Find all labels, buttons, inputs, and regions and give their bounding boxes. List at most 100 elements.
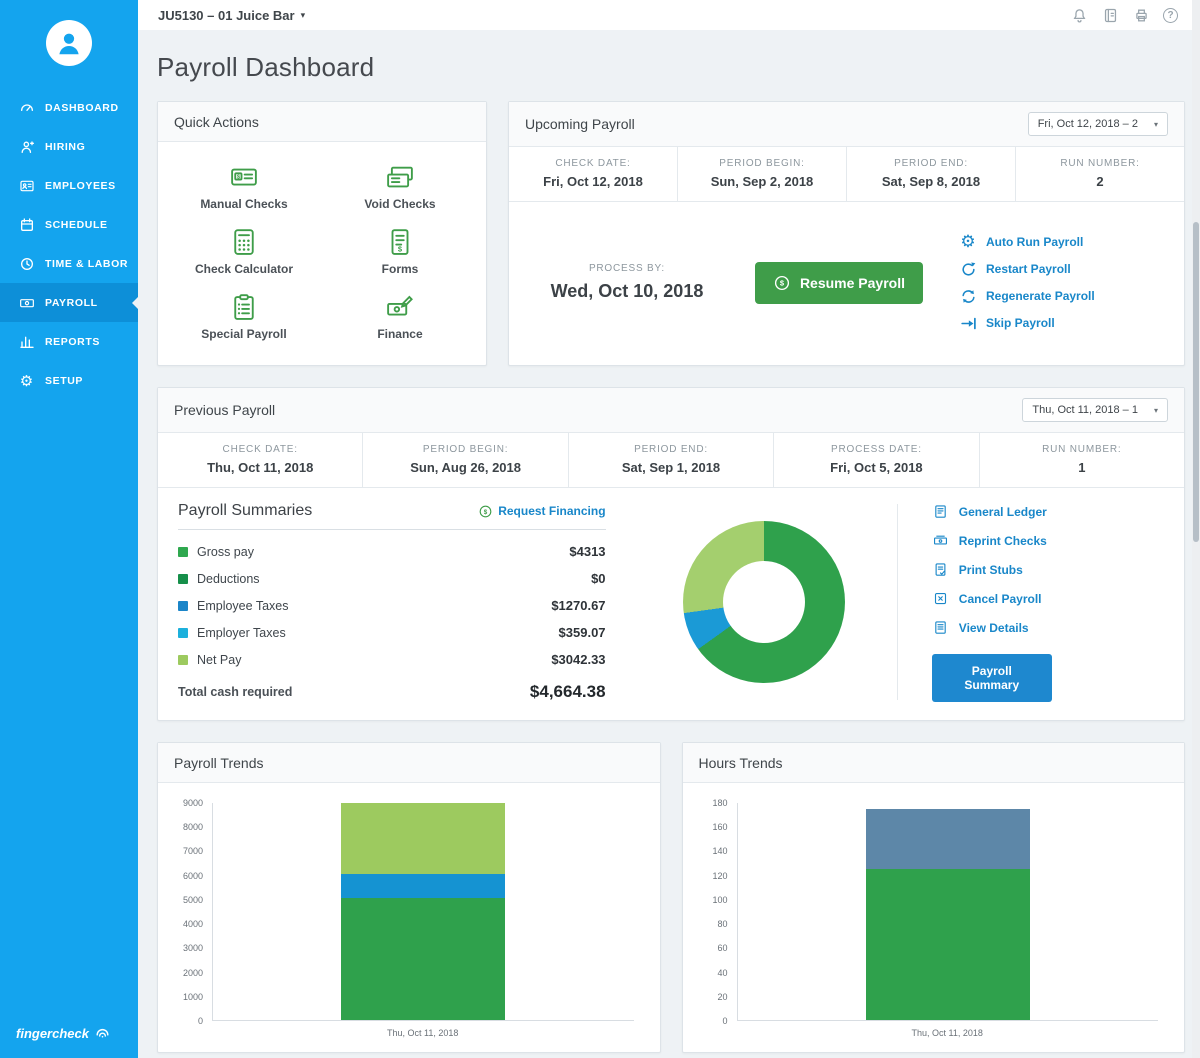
resume-payroll-button[interactable]: $ Resume Payroll xyxy=(755,262,923,304)
upcoming-payroll-title: Upcoming Payroll xyxy=(525,116,635,132)
contacts-icon[interactable] xyxy=(1101,6,1119,24)
quick-action-label: Forms xyxy=(382,262,419,276)
quick-action-label: Special Payroll xyxy=(201,327,286,341)
y-axis: 020406080100120140160180 xyxy=(695,803,737,1021)
sidebar-item-label: TIME & LABOR xyxy=(45,258,128,270)
previous-body: Payroll Summaries $ Request Financing Gr… xyxy=(158,488,1184,720)
summary-row: Gross pay $4313 xyxy=(178,538,606,565)
general-ledger-link[interactable]: General Ledger xyxy=(932,503,1164,521)
sidebar-item-label: PAYROLL xyxy=(45,297,98,309)
check-calculator-icon xyxy=(229,227,259,257)
company-name: JU5130 – 01 Juice Bar xyxy=(158,8,295,23)
check-date-field: CHECK DATE: Thu, Oct 11, 2018 xyxy=(158,433,363,487)
sidebar-item-dashboard[interactable]: DASHBOARD xyxy=(0,88,138,127)
restart-icon xyxy=(959,260,977,278)
sidebar-item-payroll[interactable]: PAYROLL xyxy=(0,283,138,322)
legend-swatch xyxy=(178,574,188,584)
upcoming-fields: CHECK DATE: Fri, Oct 12, 2018 PERIOD BEG… xyxy=(509,147,1184,202)
clock-icon xyxy=(18,255,35,272)
topbar: JU5130 – 01 Juice Bar ▾ ? xyxy=(138,0,1200,30)
sidebar-item-schedule[interactable]: SCHEDULE xyxy=(0,205,138,244)
print-stubs-link[interactable]: Print Stubs xyxy=(932,561,1164,579)
sidebar-item-label: REPORTS xyxy=(45,336,100,348)
previous-run-selector[interactable]: Thu, Oct 11, 2018 – 1 ▾ xyxy=(1022,398,1168,422)
cancel-payroll-link[interactable]: Cancel Payroll xyxy=(932,590,1164,608)
scrollbar[interactable] xyxy=(1192,0,1200,1058)
sidebar-item-employees[interactable]: EMPLOYEES xyxy=(0,166,138,205)
sidebar-item-time-labor[interactable]: TIME & LABOR xyxy=(0,244,138,283)
regenerate-payroll-link[interactable]: Regenerate Payroll xyxy=(959,287,1166,305)
sidebar: DASHBOARD HIRING EMPLOYEES SCHEDULE TIME… xyxy=(0,0,138,1058)
view-details-link[interactable]: View Details xyxy=(932,619,1164,637)
scrollbar-thumb[interactable] xyxy=(1193,222,1199,542)
quick-action-label: Manual Checks xyxy=(200,197,287,211)
check-calculator-button[interactable]: Check Calculator xyxy=(166,219,322,284)
run-number-field: RUN NUMBER: 2 xyxy=(1016,147,1184,201)
sidebar-nav: DASHBOARD HIRING EMPLOYEES SCHEDULE TIME… xyxy=(0,88,138,400)
schedule-icon xyxy=(18,216,35,233)
stacked-bar xyxy=(866,803,1030,1020)
manual-checks-icon: $ xyxy=(228,162,260,192)
sidebar-item-setup[interactable]: ⚙ SETUP xyxy=(0,361,138,400)
company-selector[interactable]: JU5130 – 01 Juice Bar ▾ xyxy=(158,8,305,23)
legend-swatch xyxy=(178,655,188,665)
employees-icon xyxy=(18,177,35,194)
upcoming-actions: ⚙ Auto Run Payroll Restart Payroll Regen… xyxy=(951,233,1166,332)
summary-row: Employer Taxes $359.07 xyxy=(178,619,606,646)
previous-run-value: Thu, Oct 11, 2018 – 1 xyxy=(1032,404,1138,416)
fingercheck-logo: fingercheck xyxy=(0,1025,138,1058)
hours-trends-chart: 020406080100120140160180 xyxy=(683,783,1185,1021)
resume-payroll-label: Resume Payroll xyxy=(800,275,905,291)
void-checks-button[interactable]: Void Checks xyxy=(322,154,478,219)
ledger-icon xyxy=(932,503,950,521)
hiring-icon xyxy=(18,138,35,155)
help-icon[interactable]: ? xyxy=(1163,8,1178,23)
period-end-field: PERIOD END: Sat, Sep 8, 2018 xyxy=(847,147,1016,201)
banknote-icon xyxy=(932,532,950,550)
sidebar-item-label: SETUP xyxy=(45,375,83,387)
quick-action-label: Check Calculator xyxy=(195,262,293,276)
sidebar-item-reports[interactable]: REPORTS xyxy=(0,322,138,361)
payroll-icon xyxy=(18,294,35,311)
bell-icon[interactable] xyxy=(1070,6,1088,24)
upcoming-payroll-card: Upcoming Payroll Fri, Oct 12, 2018 – 2 ▾… xyxy=(508,101,1185,366)
upcoming-run-selector[interactable]: Fri, Oct 12, 2018 – 2 ▾ xyxy=(1028,112,1168,136)
previous-fields: CHECK DATE: Thu, Oct 11, 2018 PERIOD BEG… xyxy=(158,433,1184,488)
payroll-summary-button[interactable]: Payroll Summary xyxy=(932,654,1052,702)
summary-row: Net Pay $3042.33 xyxy=(178,646,606,673)
logo-text: fingercheck xyxy=(16,1026,89,1041)
reports-icon xyxy=(18,333,35,350)
special-payroll-icon xyxy=(229,292,259,322)
stub-icon xyxy=(932,561,950,579)
forms-button[interactable]: $ Forms xyxy=(322,219,478,284)
financing-icon: $ xyxy=(478,504,493,519)
refresh-icon xyxy=(959,287,977,305)
content: Payroll Dashboard Quick Actions $ Manual… xyxy=(138,30,1200,1058)
restart-payroll-link[interactable]: Restart Payroll xyxy=(959,260,1166,278)
svg-text:$: $ xyxy=(780,278,785,287)
chevron-down-icon: ▾ xyxy=(301,10,306,21)
previous-payroll-card: Previous Payroll Thu, Oct 11, 2018 – 1 ▾… xyxy=(157,387,1185,721)
sidebar-item-hiring[interactable]: HIRING xyxy=(0,127,138,166)
total-cash-row: Total cash required $4,664.38 xyxy=(178,682,606,702)
check-date-field: CHECK DATE: Fri, Oct 12, 2018 xyxy=(509,147,678,201)
skip-arrow-icon xyxy=(959,314,977,332)
details-icon xyxy=(932,619,950,637)
avatar[interactable] xyxy=(46,20,92,66)
request-financing-link[interactable]: $ Request Financing xyxy=(478,504,605,519)
summary-row: Deductions $0 xyxy=(178,565,606,592)
upcoming-run-value: Fri, Oct 12, 2018 – 2 xyxy=(1038,118,1138,130)
svg-text:$: $ xyxy=(484,508,488,515)
payroll-trends-card: Payroll Trends 0100020003000400050006000… xyxy=(157,742,661,1053)
special-payroll-button[interactable]: Special Payroll xyxy=(166,284,322,349)
reprint-checks-link[interactable]: Reprint Checks xyxy=(932,532,1164,550)
payroll-summaries-title: Payroll Summaries xyxy=(178,502,312,520)
printer-icon[interactable] xyxy=(1132,6,1150,24)
skip-payroll-link[interactable]: Skip Payroll xyxy=(959,314,1166,332)
quick-actions-grid: $ Manual Checks Void Checks Check Calcul… xyxy=(158,142,486,365)
cancel-icon xyxy=(932,590,950,608)
payroll-donut xyxy=(683,521,845,683)
finance-button[interactable]: Finance xyxy=(322,284,478,349)
auto-run-payroll-link[interactable]: ⚙ Auto Run Payroll xyxy=(959,233,1166,251)
manual-checks-button[interactable]: $ Manual Checks xyxy=(166,154,322,219)
